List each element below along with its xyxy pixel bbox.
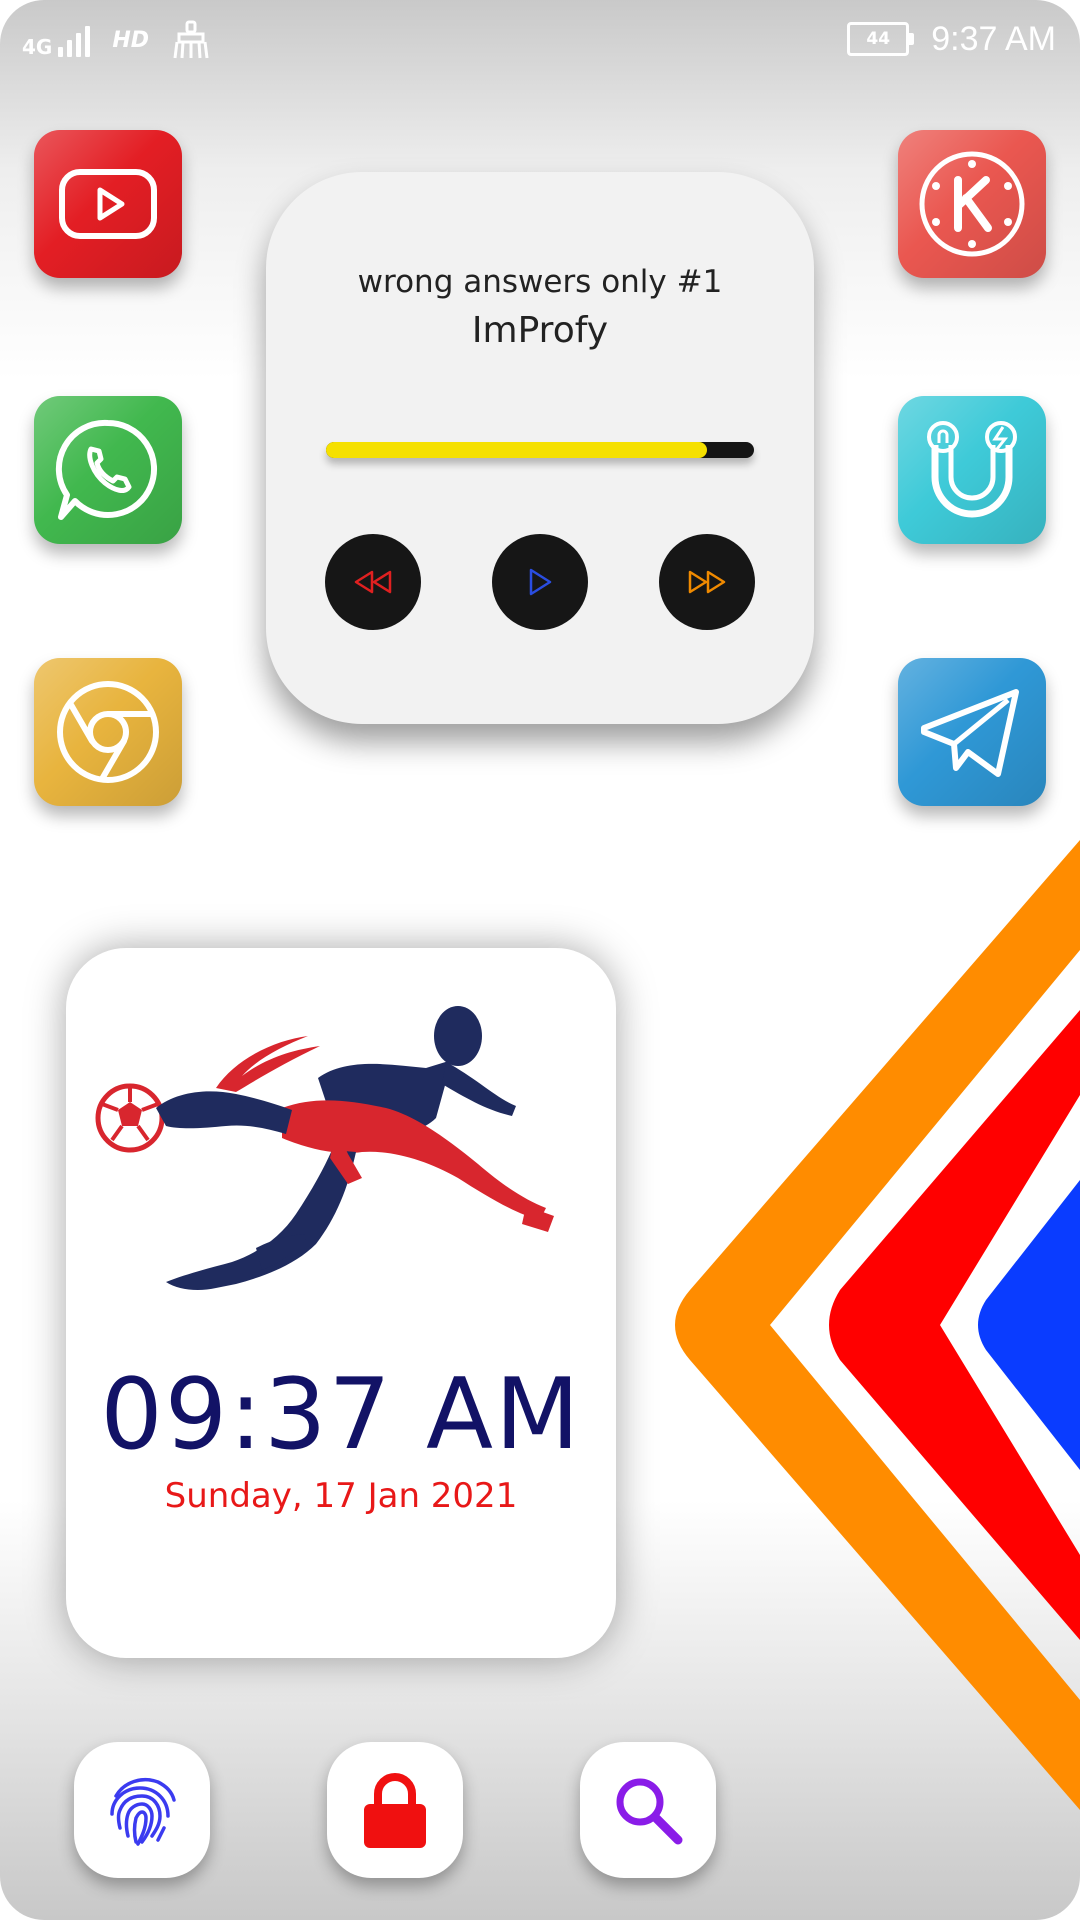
telegram-icon — [921, 689, 1019, 777]
search-icon — [616, 1778, 683, 1845]
fast-forward-icon — [688, 570, 726, 594]
kinemaster-icon — [919, 151, 1025, 257]
whatsapp-icon — [55, 419, 158, 520]
magnet-bolt-icon — [927, 421, 1017, 518]
status-left: 4G HD — [22, 12, 211, 68]
whatsapp-app[interactable] — [34, 396, 182, 544]
clock-date: Sunday, 17 Jan 2021 — [164, 1476, 518, 1516]
home-screen: 4G HD 44 9:37 AM wrong answers only #1 I… — [0, 0, 1080, 1920]
cleaner-icon — [171, 20, 211, 60]
fast-forward-button[interactable] — [659, 534, 755, 630]
football-player-icon — [95, 1006, 554, 1290]
chrome-app[interactable] — [34, 658, 182, 806]
network-type: 4G — [22, 35, 53, 59]
clock-time: 09:37 AM — [100, 1358, 582, 1472]
battery-icon: 44 — [847, 22, 915, 56]
status-right: 44 9:37 AM — [847, 14, 1056, 64]
play-button[interactable] — [492, 534, 588, 630]
chevron-decoration — [675, 840, 1080, 1810]
song-artist: ImProfy — [471, 310, 609, 351]
signal-icon: 4G — [22, 23, 91, 59]
lock-icon — [364, 1773, 426, 1848]
search-button[interactable] — [580, 1742, 716, 1878]
rewind-icon — [354, 570, 392, 594]
clock-widget: 09:37 AM Sunday, 17 Jan 2021 — [66, 948, 616, 1658]
chrome-icon — [57, 681, 159, 783]
youtube-icon — [59, 169, 157, 239]
telegram-app[interactable] — [898, 658, 1046, 806]
hd-icon: HD — [112, 27, 150, 53]
youtube-app[interactable] — [34, 130, 182, 278]
kinemaster-app[interactable] — [898, 130, 1046, 278]
play-icon — [529, 568, 552, 596]
song-title: wrong answers only #1 — [357, 264, 723, 300]
rewind-button[interactable] — [325, 534, 421, 630]
status-time: 9:37 AM — [931, 19, 1056, 58]
fingerprint-icon — [110, 1777, 176, 1846]
status-bar: 4G HD 44 9:37 AM — [0, 0, 1080, 80]
battery-level: 44 — [866, 29, 891, 49]
music-player-widget: wrong answers only #1 ImProfy — [266, 172, 814, 724]
progress-bar[interactable] — [326, 442, 754, 458]
energy-app[interactable] — [898, 396, 1046, 544]
lock-button[interactable] — [327, 1742, 463, 1878]
fingerprint-button[interactable] — [74, 1742, 210, 1878]
progress-fill — [326, 442, 707, 458]
